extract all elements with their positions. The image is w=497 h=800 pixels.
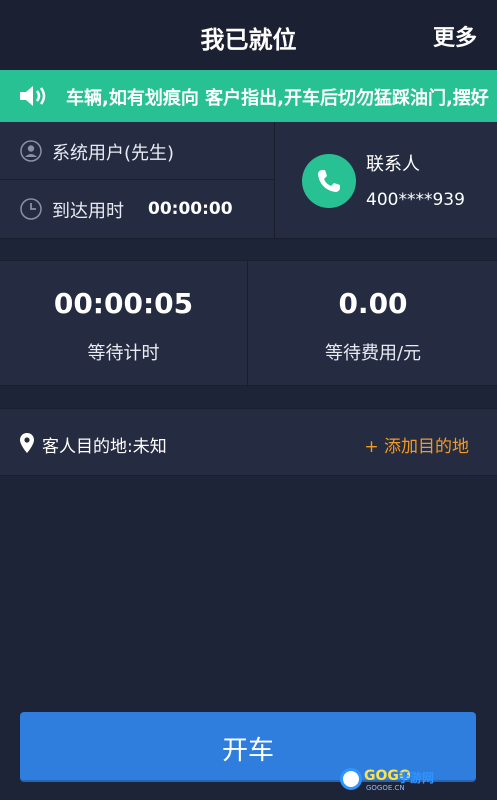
wait-time-label: 等待计时 [87, 343, 160, 364]
contact-number: 400****939 [366, 190, 465, 210]
speaker-icon [20, 86, 46, 106]
arrival-label: 到达用时 [52, 201, 124, 222]
customer-info: 系统用户(先生) 到达用时 00:00:00 [0, 122, 275, 239]
wait-fee-value: 0.00 [338, 287, 408, 320]
call-button[interactable] [302, 154, 356, 208]
location-pin-icon [20, 433, 34, 453]
destination-label: 客人目的地:未知 [42, 437, 167, 457]
customer-name: 系统用户(先生) [52, 143, 175, 164]
watermark-logo: GOGO 手游网 GOGOE.CN [340, 766, 490, 794]
waiting-panel: 00:00:05 等待计时 0.00 等待费用/元 [0, 260, 497, 387]
customer-row: 系统用户(先生) [0, 122, 275, 180]
order-info-panel: 系统用户(先生) 到达用时 00:00:00 联系人 400****939 [0, 122, 497, 239]
arrival-time: 00:00:00 [148, 199, 233, 219]
wait-timer: 00:00:05 等待计时 [0, 261, 248, 387]
contact-info: 联系人 400****939 [276, 122, 497, 239]
wait-fee-label: 等待费用/元 [324, 343, 422, 364]
more-button[interactable]: 更多 [433, 20, 477, 52]
arrival-row: 到达用时 00:00:00 [0, 180, 275, 238]
add-destination-button[interactable]: + 添加目的地 [364, 432, 469, 457]
user-icon [20, 140, 42, 162]
clock-icon [20, 198, 42, 220]
page-title: 我已就位 [200, 26, 297, 54]
phone-icon [318, 170, 340, 192]
watermark-icon [340, 768, 362, 790]
notice-banner: 车辆,如有划痕向 客户指出,开车后切勿猛踩油门,摆好 [0, 70, 497, 122]
start-driving-label: 开车 [221, 736, 274, 766]
destination-row: 客人目的地:未知 + 添加目的地 [0, 408, 497, 476]
watermark-url: GOGOE.CN [366, 784, 405, 792]
top-bar: 我已就位 更多 [0, 0, 497, 70]
wait-time-value: 00:00:05 [53, 287, 194, 320]
wait-fee: 0.00 等待费用/元 [249, 261, 497, 387]
notice-text: 车辆,如有划痕向 客户指出,开车后切勿猛踩油门,摆好 [66, 88, 489, 109]
contact-label: 联系人 [366, 154, 420, 175]
